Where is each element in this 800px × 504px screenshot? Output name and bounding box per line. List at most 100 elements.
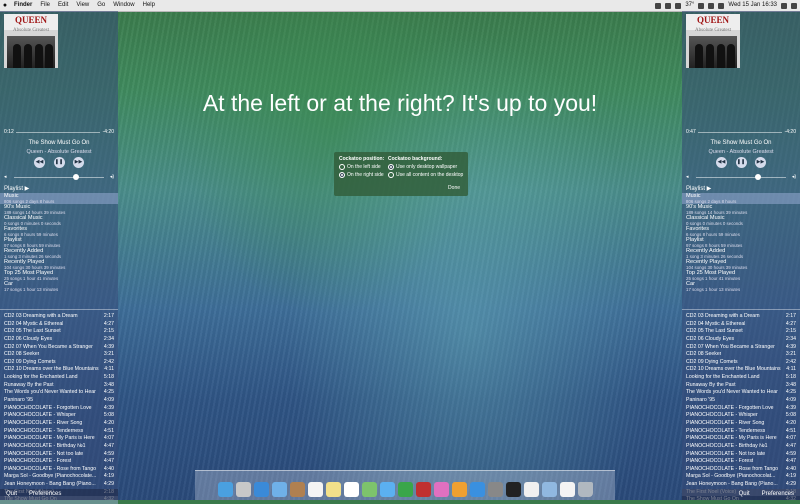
radio-button[interactable] [339, 164, 345, 170]
menu-help[interactable]: Help [139, 0, 159, 11]
track-row[interactable]: PIANOCHOCOLATE - River Song 4:20 [682, 420, 800, 428]
track-row[interactable]: PIANOCHOCOLATE - Forest 4:47 [682, 458, 800, 466]
volume-icon[interactable] [708, 2, 715, 9]
finder-icon[interactable] [217, 482, 233, 497]
menu-edit[interactable]: Edit [54, 0, 72, 11]
next-button[interactable]: ▶▶ [73, 157, 84, 168]
app-store-icon[interactable] [469, 482, 485, 497]
preferences-button[interactable]: Preferences [23, 489, 67, 500]
track-row[interactable]: Looking for the Enchanted Land 5:18 [0, 374, 118, 382]
track-row[interactable]: Marga Sol - Goodbye (Pianochocolate... 4:… [0, 473, 118, 481]
track-row[interactable]: CD2 08 Seeker 3:21 [0, 351, 118, 359]
itunes-icon[interactable] [433, 482, 449, 497]
radio-button[interactable] [339, 172, 345, 178]
next-button[interactable]: ▶▶ [755, 157, 766, 168]
track-row[interactable]: CD2 04 Mystic & Ethereal 4:27 [0, 321, 118, 329]
spotlight-icon[interactable] [781, 2, 787, 9]
playlist-item[interactable]: Recently Played 104 songs 30 hours 39 min… [0, 259, 118, 270]
quit-button[interactable]: Quit [733, 489, 756, 500]
track-row[interactable]: PIANOCHOCOLATE - Birthday №1 4:47 [682, 443, 800, 451]
track-row[interactable]: PIANOCHOCOLATE - Birthday №1 4:47 [0, 443, 118, 451]
track-row[interactable]: CD2 07 When You Became a Stranger 4:39 [682, 344, 800, 352]
playlist-item[interactable]: Top 25 Most Played 25 songs 1 hour 41 min… [682, 270, 800, 281]
menu-app-finder[interactable]: Finder [10, 0, 36, 11]
previous-button[interactable]: ◀◀ [716, 157, 727, 168]
track-row[interactable]: Paninaro '95 4:09 [0, 397, 118, 405]
menu-file[interactable]: File [36, 0, 54, 11]
progress-bar[interactable]: 0:47 -4:20 [686, 129, 796, 137]
track-row[interactable]: CD2 08 Seeker 3:21 [682, 351, 800, 359]
done-button[interactable]: Done [448, 185, 460, 191]
menu-go[interactable]: Go [93, 0, 109, 11]
radio-wallpaper[interactable]: Use only desktop wallpaper [388, 164, 463, 170]
facetime-icon[interactable] [397, 482, 413, 497]
track-row[interactable]: CD2 07 When You Became a Stranger 4:39 [0, 344, 118, 352]
track-row[interactable]: PIANOCHOCOLATE - My Paris is Here 4:07 [0, 435, 118, 443]
system-preferences-icon[interactable] [487, 482, 503, 497]
mail-icon[interactable] [271, 482, 287, 497]
radio-button[interactable] [388, 172, 394, 178]
volume-knob[interactable] [72, 174, 79, 180]
textedit-icon[interactable] [523, 482, 539, 497]
wifi-icon[interactable] [698, 2, 705, 9]
ibooks-icon[interactable] [451, 482, 467, 497]
track-row[interactable]: PIANOCHOCOLATE - Not too late 4:59 [0, 451, 118, 459]
playlist-item[interactable]: Recently Added 1 song 3 minutes 26 second… [0, 248, 118, 259]
track-row[interactable]: Runaway By the Past 3:48 [0, 382, 118, 390]
volume-slider[interactable]: ◂ ◂) [4, 174, 114, 182]
track-row[interactable]: PIANOCHOCOLATE - Rose from Tango 4:40 [682, 466, 800, 474]
track-row[interactable]: CD2 05 The Last Sunset 2:15 [0, 328, 118, 336]
volume-slider[interactable]: ◂ ◂) [686, 174, 796, 182]
playlist-header[interactable]: Playlist ▶ [4, 185, 29, 192]
maps-icon[interactable] [361, 482, 377, 497]
status-icon[interactable] [655, 2, 662, 9]
safari-icon[interactable] [253, 482, 269, 497]
track-row[interactable]: PIANOCHOCOLATE - Tenderness 4:51 [682, 428, 800, 436]
track-row[interactable]: PIANOCHOCOLATE - Tenderness 4:51 [0, 428, 118, 436]
battery-icon[interactable] [718, 2, 725, 9]
trash-icon[interactable] [577, 482, 593, 497]
apple-menu-icon[interactable]: ● [0, 0, 10, 11]
status-icon[interactable] [665, 2, 672, 9]
track-row[interactable]: CD2 06 Cloudy Eyes 2:34 [682, 336, 800, 344]
playlist-item[interactable]: Favorites 6 songs 8 hours 59 minutes [682, 226, 800, 237]
cockatoo-icon[interactable] [559, 482, 575, 497]
track-row[interactable]: PIANOCHOCOLATE - River Song 4:20 [0, 420, 118, 428]
reminders-icon[interactable] [343, 482, 359, 497]
track-row[interactable]: PIANOCHOCOLATE - Whisper 5:08 [682, 412, 800, 420]
menu-clock[interactable]: Wed 15 Jan 16:33 [728, 0, 777, 11]
notification-center-icon[interactable] [791, 2, 797, 9]
notes-icon[interactable] [325, 482, 341, 497]
radio-left-side[interactable]: On the left side [339, 164, 384, 170]
previous-button[interactable]: ◀◀ [34, 157, 45, 168]
track-row[interactable]: The Words you'd Never Wanted to Hear 4:25 [682, 389, 800, 397]
playlist-item[interactable]: Playlist 97 songs 8 hours 59 minutes [682, 237, 800, 248]
track-row[interactable]: CD2 03 Dreaming with a Dream 2:17 [682, 313, 800, 321]
track-row[interactable]: Jean Honeymoon - Bang Bang (Piano... 4:29 [682, 481, 800, 489]
track-row[interactable]: PIANOCHOCOLATE - Not too late 4:59 [682, 451, 800, 459]
pause-button[interactable]: ❚❚ [53, 157, 65, 168]
messages-icon[interactable] [379, 482, 395, 497]
track-row[interactable]: CD2 10 Dreams over the Blue Mountains 4:1… [0, 366, 118, 374]
playlist-item[interactable]: Classical Music 0 songs 0 minutes 0 secon… [682, 215, 800, 226]
playlist-item[interactable]: Favorites 6 songs 8 hours 59 minutes [0, 226, 118, 237]
progress-bar[interactable]: 0:12 -4:20 [4, 129, 114, 137]
quit-button[interactable]: Quit [0, 489, 23, 500]
playlist-item[interactable]: Classical Music 0 songs 0 minutes 0 secon… [0, 215, 118, 226]
status-icon[interactable] [675, 2, 682, 9]
track-row[interactable]: CD2 06 Cloudy Eyes 2:34 [0, 336, 118, 344]
radio-all-content[interactable]: Use all content on the desktop [388, 172, 463, 178]
track-row[interactable]: CD2 05 The Last Sunset 2:15 [682, 328, 800, 336]
track-row[interactable]: PIANOCHOCOLATE - Whisper 5:08 [0, 412, 118, 420]
track-row[interactable]: CD2 09 Dying Comets 2:42 [682, 359, 800, 367]
launchpad-icon[interactable] [235, 482, 251, 497]
track-row[interactable]: CD2 10 Dreams over the Blue Mountains 4:1… [682, 366, 800, 374]
track-row[interactable]: PIANOCHOCOLATE - Forgotten Love 4:39 [682, 405, 800, 413]
track-row[interactable]: CD2 04 Mystic & Ethereal 4:27 [682, 321, 800, 329]
menu-view[interactable]: View [72, 0, 93, 11]
calendar-icon[interactable] [307, 482, 323, 497]
radio-right-side[interactable]: On the right side [339, 172, 384, 178]
track-row[interactable]: PIANOCHOCOLATE - Rose from Tango 4:40 [0, 466, 118, 474]
volume-knob[interactable] [754, 174, 761, 180]
menu-window[interactable]: Window [109, 0, 138, 11]
